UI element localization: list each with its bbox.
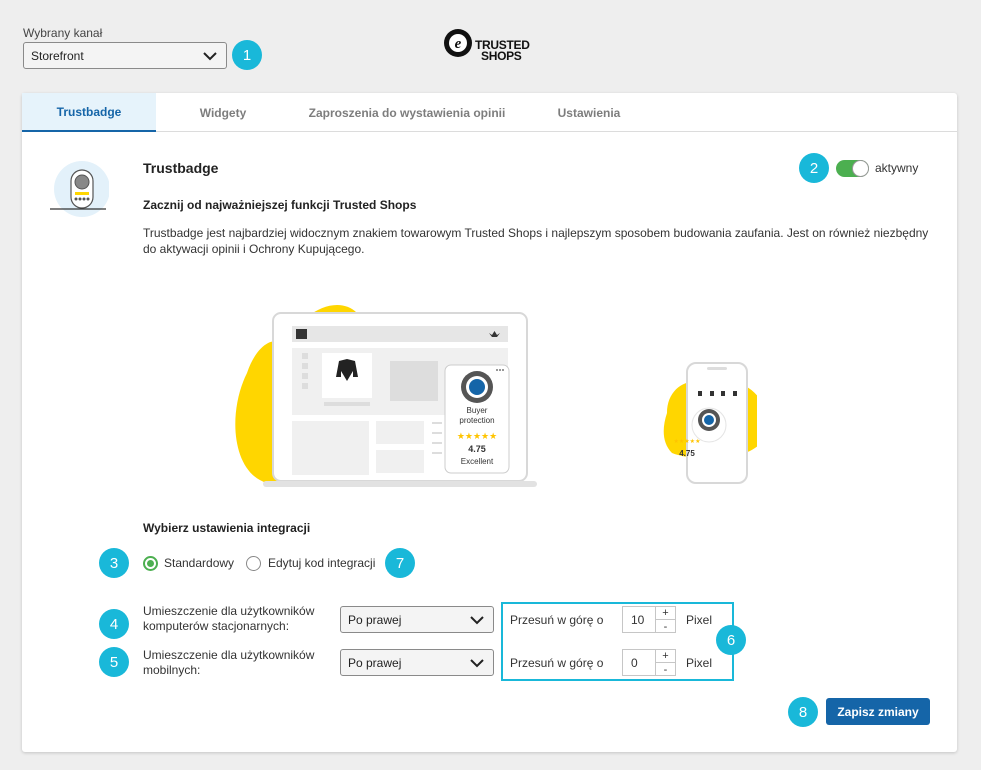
desktop-offset-value: 10: [631, 613, 645, 627]
annotation-marker-6: 6: [716, 625, 746, 655]
trustbadge-subtitle: Zacznij od najważniejszej funkcji Truste…: [143, 198, 417, 212]
toggle-status-label: aktywny: [875, 161, 919, 175]
tab-trustbadge[interactable]: Trustbadge: [22, 93, 156, 132]
mobile-placement-select[interactable]: Po prawej: [340, 649, 494, 676]
radio-standard-label[interactable]: Standardowy: [164, 556, 234, 570]
desktop-offset-input[interactable]: 10 + -: [622, 606, 676, 633]
tab-bar: Trustbadge Widgety Zaproszenia do wystaw…: [22, 93, 957, 132]
trustbadge-icon: [50, 161, 109, 217]
radio-custom-code[interactable]: [246, 556, 261, 571]
tab-settings[interactable]: Ustawienia: [524, 93, 654, 132]
badge-title: Buyer protection: [459, 406, 495, 425]
chevron-down-icon: [470, 658, 484, 667]
trustbadge-title: Trustbadge: [143, 160, 219, 176]
mobile-offset-value: 0: [631, 656, 638, 670]
mobile-badge-rating: 4.75: [679, 449, 695, 458]
annotation-marker-5: 5: [99, 647, 129, 677]
trusted-shops-e-icon: e: [444, 29, 472, 57]
mobile-placement-value: Po prawej: [348, 655, 402, 670]
channel-select[interactable]: Storefront: [23, 42, 227, 69]
mobile-offset-input[interactable]: 0 + -: [622, 649, 676, 676]
trusted-shops-logo: e TRUSTED SHOPS: [443, 26, 543, 66]
radio-custom-code-label[interactable]: Edytuj kod integracji: [268, 556, 375, 570]
mobile-offset-increment[interactable]: +: [655, 650, 675, 663]
desktop-offset-decrement[interactable]: -: [655, 620, 675, 633]
trustbadge-active-toggle[interactable]: [836, 160, 869, 177]
desktop-offset-increment[interactable]: +: [655, 607, 675, 620]
logo-line-2: SHOPS: [481, 49, 522, 63]
integration-heading: Wybierz ustawienia integracji: [143, 521, 311, 535]
radio-standard[interactable]: [143, 556, 158, 571]
badge-rating: 4.75: [468, 444, 486, 454]
desktop-placement-select[interactable]: Po prawej: [340, 606, 494, 633]
save-changes-button[interactable]: Zapisz zmiany: [826, 698, 930, 725]
badge-stars: ★★★★★: [456, 431, 498, 441]
svg-text:e: e: [455, 36, 462, 52]
desktop-placement-label: Umieszczenie dla użytkowników komputerów…: [143, 604, 315, 633]
mobile-offset-decrement[interactable]: -: [655, 663, 675, 676]
annotation-marker-1: 1: [232, 40, 262, 70]
annotation-marker-2: 2: [799, 153, 829, 183]
annotation-marker-4: 4: [99, 609, 129, 639]
mobile-placement-label: Umieszczenie dla użytkowników mobilnych:: [143, 648, 315, 677]
tab-review-invites[interactable]: Zaproszenia do wystawienia opinii: [290, 93, 524, 132]
mobile-offset-label: Przesuń w górę o: [510, 656, 604, 670]
main-card: Trustbadge Widgety Zaproszenia do wystaw…: [22, 93, 957, 752]
channel-select-value: Storefront: [31, 48, 84, 63]
annotation-marker-3: 3: [99, 548, 129, 578]
chevron-down-icon: [203, 51, 217, 60]
desktop-placement-value: Po prawej: [348, 612, 402, 627]
tab-widgets[interactable]: Widgety: [156, 93, 290, 132]
annotation-marker-7: 7: [385, 548, 415, 578]
badge-rating-label: Excellent: [460, 457, 494, 466]
chevron-down-icon: [470, 615, 484, 624]
toggle-knob: [852, 160, 869, 177]
trustbadge-description: Trustbadge jest najbardziej widocznym zn…: [143, 226, 929, 256]
channel-label: Wybrany kanał: [23, 26, 103, 40]
desktop-offset-label: Przesuń w górę o: [510, 613, 604, 627]
desktop-offset-unit: Pixel: [686, 613, 713, 627]
mobile-offset-unit: Pixel: [686, 656, 713, 670]
mobile-badge-stars: ★★★★★: [673, 439, 701, 445]
annotation-marker-8: 8: [788, 697, 818, 727]
